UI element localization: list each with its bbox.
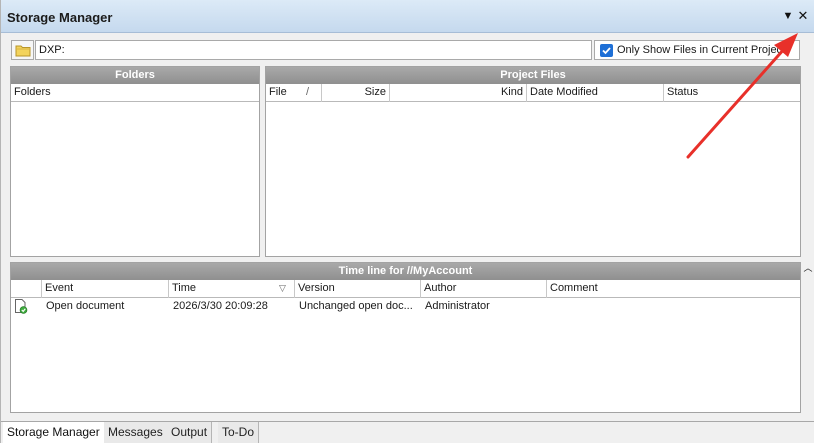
chevron-up-icon[interactable]: ︿ <box>801 262 814 274</box>
browse-folder-button[interactable] <box>11 40 34 60</box>
close-icon[interactable]: ✕ <box>796 9 810 23</box>
title-bar: Storage Manager ▼ ✕ <box>1 0 814 33</box>
tab-output[interactable]: Output <box>167 422 213 443</box>
timeline-panel: Time line for //MyAccount Event Time ▽ V… <box>10 262 801 413</box>
timeline-panel-header: Time line for //MyAccount <box>11 263 800 280</box>
project-files-panel-header: Project Files <box>266 67 800 84</box>
column-status[interactable]: Status <box>664 84 800 102</box>
column-date-modified[interactable]: Date Modified <box>527 84 664 102</box>
panel-tab-bar: Storage Manager Messages Output To-Do <box>1 421 814 443</box>
path-bar: Only Show Files in Current Project <box>9 39 801 61</box>
folders-panel-header: Folders <box>11 67 259 84</box>
column-icon <box>11 280 42 298</box>
checkbox-checked-icon[interactable] <box>600 44 613 57</box>
panel-title: Storage Manager <box>7 10 113 25</box>
project-files-column-header: File / Size Kind Date Modified Status <box>266 84 800 102</box>
column-event[interactable]: Event <box>42 280 169 298</box>
column-kind[interactable]: Kind <box>390 84 527 102</box>
column-time-label: Time <box>172 282 197 294</box>
column-size[interactable]: Size <box>322 84 390 102</box>
column-time[interactable]: Time ▽ <box>169 280 295 298</box>
only-show-files-label: Only Show Files in Current Project <box>617 44 786 56</box>
project-files-panel: Project Files File / Size Kind Date Modi… <box>265 66 801 257</box>
column-version[interactable]: Version <box>295 280 421 298</box>
tab-messages[interactable]: Messages <box>104 422 168 443</box>
timeline-column-header: Event Time ▽ Version Author Comment <box>11 280 800 298</box>
row-version: Unchanged open doc... <box>299 300 413 312</box>
row-author: Administrator <box>425 300 490 312</box>
panel-menu-dropdown-icon[interactable]: ▼ <box>781 9 795 23</box>
sort-descending-icon: ▽ <box>279 283 286 293</box>
document-check-icon <box>14 299 28 317</box>
tab-to-do[interactable]: To-Do <box>218 422 260 443</box>
folders-panel: Folders Folders <box>10 66 260 257</box>
table-row[interactable]: Open document 2026/3/30 20:09:28 Unchang… <box>11 298 800 315</box>
column-folders[interactable]: Folders <box>11 84 259 102</box>
column-author[interactable]: Author <box>421 280 547 298</box>
row-time: 2026/3/30 20:09:28 <box>173 300 268 312</box>
folders-column-header: Folders <box>11 84 259 102</box>
row-event: Open document <box>46 300 125 312</box>
tab-storage-manager[interactable]: Storage Manager <box>3 422 105 443</box>
column-file-label: File <box>269 86 287 98</box>
path-input[interactable] <box>35 40 592 60</box>
folder-icon <box>15 45 31 57</box>
storage-manager-panel: Storage Manager ▼ ✕ Only Show Files in C… <box>0 0 814 443</box>
only-show-files-checkbox[interactable]: Only Show Files in Current Project <box>594 40 800 60</box>
column-file[interactable]: File / <box>266 84 322 102</box>
column-comment[interactable]: Comment <box>547 280 800 298</box>
sort-indicator-icon: / <box>306 86 310 98</box>
